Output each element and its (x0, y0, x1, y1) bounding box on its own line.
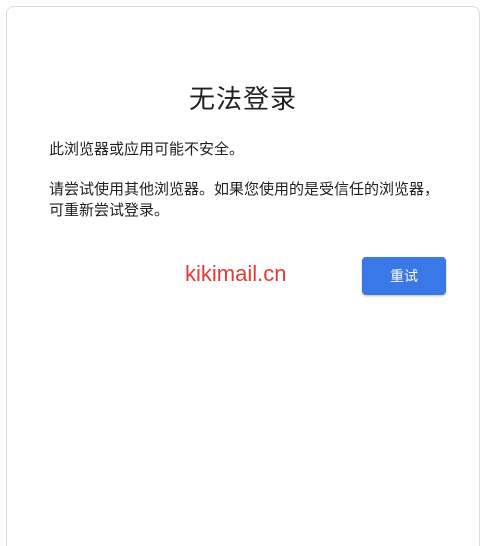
watermark-text: kikimail.cn (185, 261, 287, 286)
retry-button[interactable]: 重试 (362, 257, 446, 295)
instruction-message: 请尝试使用其他浏览器。如果您使用的是受信任的浏览器，可重新尝试登录。 (49, 180, 440, 219)
page-title: 无法登录 (188, 85, 297, 115)
warning-message: 此浏览器或应用可能不安全。 (49, 140, 245, 158)
signin-error-card: 无法登录 此浏览器或应用可能不安全。 请尝试使用其他浏览器。如果您使用的是受信任… (6, 6, 480, 546)
